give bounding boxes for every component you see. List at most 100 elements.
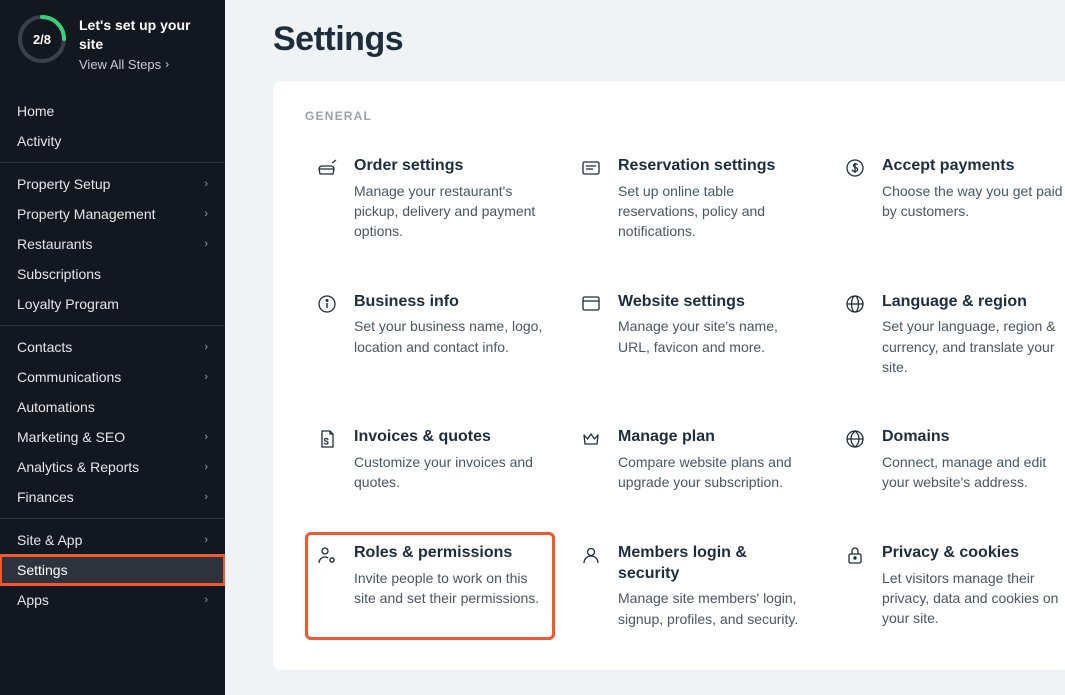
settings-card-reservation-settings[interactable]: Reservation settings Set up online table … [569,145,819,253]
progress-text: 2/8 [17,14,67,64]
chevron-right-icon: › [204,341,208,353]
member-icon [580,544,602,566]
nav-item-subscriptions[interactable]: Subscriptions [0,259,225,289]
nav-label: Automations [17,399,95,415]
nav-label: Site & App [17,532,82,548]
settings-card-order-settings[interactable]: Order settingsManage your restaurant's p… [305,145,555,253]
card-description: Customize your invoices and quotes. [354,452,544,493]
settings-panel: GENERAL Order settingsManage your restau… [273,81,1065,670]
nav-item-home[interactable]: Home [0,96,225,126]
section-label-general: GENERAL [305,109,1065,123]
nav-item-marketing-seo[interactable]: Marketing & SEO › [0,422,225,452]
nav-label: Communications [17,369,121,385]
nav-item-analytics-reports[interactable]: Analytics & Reports › [0,452,225,482]
card-title: Business info [354,292,544,313]
nav-item-communications[interactable]: Communications › [0,362,225,392]
nav-item-activity[interactable]: Activity [0,126,225,156]
settings-card-roles-permissions[interactable]: Roles & permissionsInvite people to work… [305,532,555,640]
nav-label: Loyalty Program [17,296,119,312]
chevron-right-icon: › [204,491,208,503]
nav-label: Settings [17,562,68,578]
nav-label: Apps [17,592,49,608]
card-description: Choose the way you get paid by customers… [882,181,1065,222]
chevron-right-icon: › [204,534,208,546]
card-title: Invoices & quotes [354,427,544,448]
nav-item-site-app[interactable]: Site & App › [0,525,225,555]
card-title: Members login & security [618,543,808,585]
settings-card-manage-plan[interactable]: Manage plan Compare website plans and upg… [569,416,819,503]
page-title: Settings [273,20,1065,59]
browser-icon [580,293,602,315]
globe-icon [844,293,866,315]
card-description: Invite people to work on this site and s… [354,568,544,609]
card-title: Language & region [882,292,1065,313]
main-content: Settings GENERAL Order settingsManage yo… [225,0,1065,695]
nav-label: Subscriptions [17,266,101,282]
chevron-right-icon: › [165,57,169,71]
card-description: Let visitors manage their privacy, data … [882,568,1065,629]
nav-item-finances[interactable]: Finances › [0,482,225,512]
card-description: Manage your site's name, URL, favicon an… [618,316,808,357]
crown-icon [580,428,602,450]
chevron-right-icon: › [204,594,208,606]
card-title: Order settings [354,156,544,177]
chevron-right-icon: › [204,431,208,443]
dollar-icon [844,157,866,179]
chevron-right-icon: › [204,208,208,220]
settings-card-invoices-quotes[interactable]: Invoices & quotes Customize your invoices… [305,416,555,503]
nav-label: Home [17,103,54,119]
card-title: Accept payments [882,156,1065,177]
restaurant-icon [316,157,338,179]
chevron-right-icon: › [204,371,208,383]
chevron-right-icon: › [204,178,208,190]
card-description: Set your business name, logo, location a… [354,316,544,357]
nav-item-restaurants[interactable]: Restaurants› [0,229,225,259]
settings-card-business-info[interactable]: Business info Set your business name, log… [305,281,555,389]
domain-icon [844,428,866,450]
nav-item-settings[interactable]: Settings [0,555,225,585]
settings-card-members-login-security[interactable]: Members login & securityManage site memb… [569,532,819,640]
nav-item-automations[interactable]: Automations [0,392,225,422]
nav-label: Property Setup [17,176,110,192]
card-description: Set up online table reservations, policy… [618,181,808,242]
setup-progress-block[interactable]: 2/8 Let's set up your site View All Step… [0,0,225,90]
chevron-right-icon: › [204,461,208,473]
nav-item-loyalty-program[interactable]: Loyalty Program [0,289,225,319]
sidebar: 2/8 Let's set up your site View All Step… [0,0,225,695]
nav-label: Property Management [17,206,156,222]
card-description: Compare website plans and upgrade your s… [618,452,808,493]
settings-card-website-settings[interactable]: Website settings Manage your site's name,… [569,281,819,389]
nav-label: Analytics & Reports [17,459,139,475]
card-title: Manage plan [618,427,808,448]
settings-cards-grid: Order settingsManage your restaurant's p… [305,145,1065,640]
info-icon [316,293,338,315]
card-title: Website settings [618,292,808,313]
reservation-icon [580,157,602,179]
nav-label: Contacts [17,339,72,355]
nav-label: Restaurants [17,236,92,252]
card-title: Domains [882,427,1065,448]
card-description: Connect, manage and edit your website's … [882,452,1065,493]
invoice-icon [316,428,338,450]
card-description: Set your language, region & currency, an… [882,316,1065,377]
card-title: Reservation settings [618,156,808,177]
nav-label: Activity [17,133,61,149]
settings-card-privacy-cookies[interactable]: Privacy & cookies Let visitors manage the… [833,532,1065,640]
nav-item-apps[interactable]: Apps › [0,585,225,615]
progress-ring: 2/8 [17,14,67,64]
nav-label: Marketing & SEO [17,429,125,445]
setup-title: Let's set up your site [79,16,213,54]
nav-label: Finances [17,489,74,505]
card-description: Manage site members' login, signup, prof… [618,588,808,629]
nav-item-contacts[interactable]: Contacts › [0,332,225,362]
nav-item-property-setup[interactable]: Property Setup › [0,169,225,199]
lock-icon [844,544,866,566]
nav-item-property-management[interactable]: Property Management › [0,199,225,229]
view-all-steps-link[interactable]: View All Steps › [79,57,213,72]
settings-card-accept-payments[interactable]: Accept payments Choose the way you get pa… [833,145,1065,253]
settings-card-language-region[interactable]: Language & region Set your language, regi… [833,281,1065,389]
roles-icon [316,544,338,566]
card-title: Privacy & cookies [882,543,1065,564]
settings-card-domains[interactable]: Domains Connect, manage and edit your web… [833,416,1065,503]
sidebar-nav: HomeActivityProperty Setup›Property Mana… [0,90,225,621]
